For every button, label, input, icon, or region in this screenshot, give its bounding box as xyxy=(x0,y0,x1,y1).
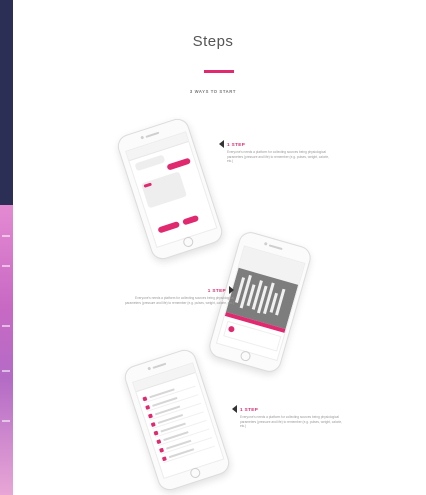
phone-speaker xyxy=(268,244,283,251)
chat-bubble-outgoing xyxy=(166,157,192,171)
triangle-pointer-icon xyxy=(232,405,237,413)
phone-mockup-menu xyxy=(121,346,233,494)
phone-speaker xyxy=(145,131,160,138)
step-label: 1 STEP xyxy=(207,287,226,293)
menu-row-icon xyxy=(161,456,167,462)
strip-line xyxy=(2,265,10,267)
chat-action-button xyxy=(157,221,181,234)
step-block-3: 1 STEP Everyone's needs a platform for c… xyxy=(232,405,344,429)
triangle-pointer-icon xyxy=(229,286,234,294)
strip-line xyxy=(2,235,10,237)
step-block-1: 1 STEP Everyone's needs a platform for c… xyxy=(219,140,331,164)
step-label: 1 STEP xyxy=(227,141,246,147)
phone-home-button xyxy=(181,235,195,249)
phone-camera xyxy=(140,135,145,140)
chat-action-button xyxy=(182,214,200,226)
triangle-pointer-icon xyxy=(219,140,224,148)
step-description: Everyone's needs a platform for collecti… xyxy=(227,150,330,164)
phone-camera xyxy=(147,366,152,371)
step-description: Everyone's needs a platform for collecti… xyxy=(240,415,343,429)
phone-screen xyxy=(132,362,225,480)
menu-row-icon xyxy=(156,439,162,445)
phone-home-button xyxy=(188,466,202,480)
menu-row-icon xyxy=(145,404,151,410)
page-title: Steps xyxy=(192,33,234,50)
strip-line xyxy=(2,420,10,422)
step-block-2: 1 STEP Everyone's needs a platform for c… xyxy=(124,286,234,305)
menu-row-icon xyxy=(150,422,156,428)
phone-screen xyxy=(125,131,218,249)
step-description: Everyone's needs a platform for collecti… xyxy=(124,296,234,305)
page-subtitle: 3 WAYS TO START xyxy=(189,89,237,94)
menu-row-icon xyxy=(153,430,159,436)
step-label: 1 STEP xyxy=(240,406,259,412)
phone-camera xyxy=(263,241,268,246)
chat-bubble-incoming xyxy=(140,171,188,209)
menu-row-icon xyxy=(142,396,148,402)
side-strip-dark xyxy=(0,0,13,205)
title-accent-bar xyxy=(204,70,234,73)
strip-line xyxy=(2,370,10,372)
menu-row-icon xyxy=(159,447,165,453)
phone-speaker xyxy=(152,362,167,369)
strip-line xyxy=(2,325,10,327)
phone-mockup-chat xyxy=(114,115,226,263)
menu-row-icon xyxy=(147,413,153,419)
side-strip-pink xyxy=(0,205,13,495)
